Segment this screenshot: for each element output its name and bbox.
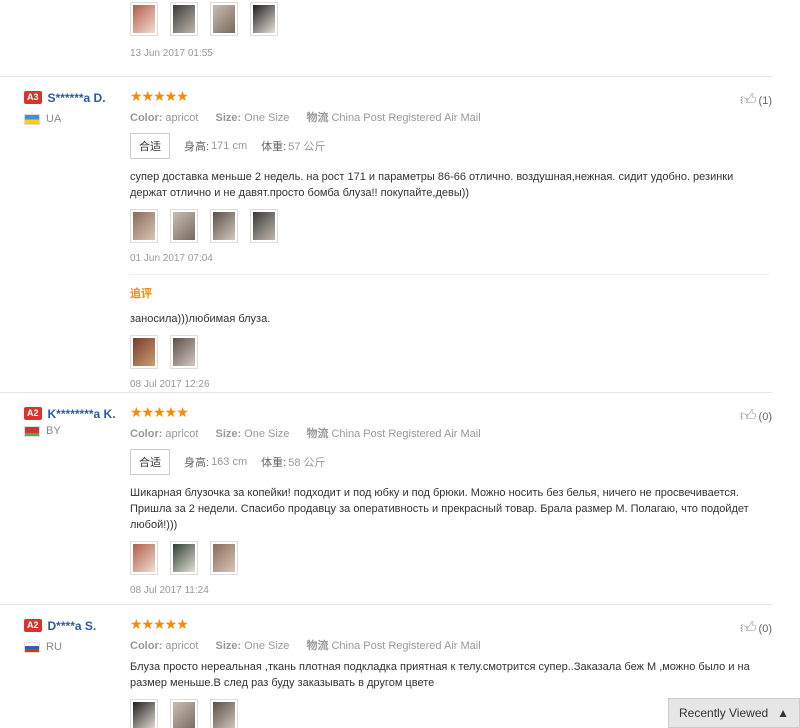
review-photo[interactable] — [130, 541, 158, 575]
size-info: 合适 身高: 171 cm 体重: 57 公斤 — [130, 133, 770, 159]
review-photo[interactable] — [130, 699, 158, 728]
country-flag-icon — [24, 641, 40, 653]
buyer-name: K********a K. — [47, 407, 116, 421]
review-photo[interactable] — [210, 209, 238, 243]
fit-tag: 合适 — [130, 133, 170, 159]
meta-size: One Size — [244, 640, 290, 652]
country-code: UA — [46, 113, 62, 125]
review-photo[interactable] — [170, 209, 198, 243]
review-text: Блуза просто нереальная ,ткань плотная п… — [130, 661, 750, 689]
review-photo[interactable] — [210, 541, 238, 575]
chevron-up-icon: ▲ — [777, 706, 789, 720]
buyer-weight: 57 公斤 — [288, 141, 326, 153]
meta-color: apricot — [165, 428, 199, 440]
buyer-name: D****a S. — [47, 619, 97, 633]
review-photo[interactable] — [170, 335, 198, 369]
buyer-height: 171 cm — [211, 140, 248, 152]
meta-shipping: China Post Registered Air Mail — [331, 640, 481, 652]
review-photo[interactable] — [170, 2, 198, 36]
fit-tag: 合适 — [130, 449, 170, 475]
meta-shipping: China Post Registered Air Mail — [331, 428, 481, 440]
review-item: A2 D****a S. RU 👍︎ (0) ★★★★★ Color: apric… — [0, 604, 772, 728]
review-date: 13 Jun 2017 01:55 — [130, 48, 213, 59]
meta-size: One Size — [244, 112, 290, 124]
additional-feedback-text: заносила)))любимая блуза. — [130, 313, 271, 325]
additional-feedback: 追评 заносила)))любимая блуза. 08 Jul 2017… — [130, 274, 770, 390]
review-photo[interactable] — [250, 209, 278, 243]
recently-viewed-button[interactable]: Recently Viewed ▲ — [668, 698, 800, 728]
country-flag-icon — [24, 425, 40, 437]
review-text: супер доставка меньше 2 недель. на рост … — [130, 171, 734, 199]
review-meta: Color: apricot Size: One Size 物流 China Post… — [130, 640, 481, 652]
buyer-weight: 58 公斤 — [288, 457, 326, 469]
review-meta: Color: apricot Size: One Size 物流 China Post… — [130, 112, 481, 124]
buyer-name: S******a D. — [47, 91, 106, 105]
review-item: A3 S******a D. UA 👍︎ (1) ★★★★★ Color: apr… — [0, 76, 772, 392]
review-date: 01 Jun 2017 07:04 — [130, 253, 213, 264]
country-code: BY — [46, 425, 61, 437]
review-text: Шикарная блузочка за копейки! подходит и… — [130, 487, 749, 531]
recently-viewed-label: Recently Viewed — [679, 706, 769, 720]
review-photo[interactable] — [210, 2, 238, 36]
additional-feedback-title: 追评 — [130, 288, 152, 300]
country-code: RU — [46, 641, 62, 653]
star-rating: ★★★★★ — [130, 616, 189, 632]
country-flag-icon — [24, 113, 40, 125]
meta-color: apricot — [165, 112, 199, 124]
review-photo[interactable] — [130, 209, 158, 243]
review-meta: Color: apricot Size: One Size 物流 China Post… — [130, 428, 481, 440]
review-photo[interactable] — [130, 335, 158, 369]
prev-review-tail: 13 Jun 2017 01:55 — [130, 0, 290, 59]
review-photo[interactable] — [250, 2, 278, 36]
additional-feedback-date: 08 Jul 2017 12:26 — [130, 379, 210, 390]
review-photo[interactable] — [170, 541, 198, 575]
buyer-level-badge: A2 — [24, 619, 42, 632]
buyer-level-badge: A2 — [24, 407, 42, 420]
buyer-level-badge: A3 — [24, 91, 42, 104]
review-item: A2 K********a K. BY 👍︎ (0) ★★★★★ Color: a… — [0, 392, 772, 604]
meta-shipping: China Post Registered Air Mail — [331, 112, 481, 124]
review-date: 08 Jul 2017 11:24 — [130, 585, 209, 596]
size-info: 合适 身高: 163 cm 体重: 58 公斤 — [130, 449, 770, 475]
review-photo[interactable] — [130, 2, 158, 36]
buyer-height: 163 cm — [211, 456, 248, 468]
review-photo[interactable] — [170, 699, 198, 728]
star-rating: ★★★★★ — [130, 404, 189, 420]
meta-color: apricot — [165, 640, 199, 652]
review-photo[interactable] — [210, 699, 238, 728]
star-rating: ★★★★★ — [130, 88, 189, 104]
meta-size: One Size — [244, 428, 290, 440]
